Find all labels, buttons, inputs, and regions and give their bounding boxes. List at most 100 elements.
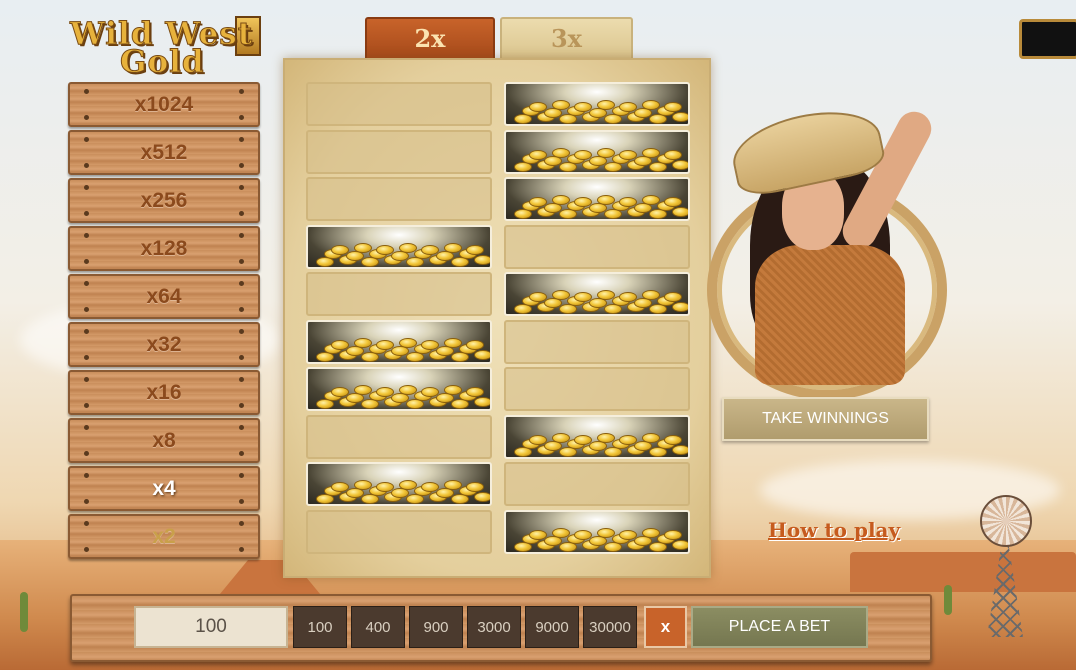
- how-to-play-link[interactable]: How to play: [768, 518, 900, 542]
- nail-icon: [84, 233, 89, 238]
- nail-icon: [84, 377, 89, 382]
- nail-icon: [239, 137, 244, 142]
- multiplier-label: x256: [140, 188, 188, 212]
- gold-cell[interactable]: [504, 129, 690, 174]
- nail-icon: [84, 473, 89, 478]
- nail-icon: [239, 355, 244, 360]
- game-board: [283, 58, 711, 578]
- multiplier-plank: x8: [68, 418, 260, 463]
- logo-line-2: Gold: [120, 44, 205, 81]
- gold-coins-icon: [514, 193, 688, 219]
- nail-icon: [239, 281, 244, 286]
- nail-icon: [239, 451, 244, 456]
- nail-icon: [84, 89, 89, 94]
- nail-icon: [239, 259, 244, 264]
- gold-cell[interactable]: [504, 82, 690, 126]
- gold-cell[interactable]: [306, 367, 492, 411]
- nail-icon: [84, 137, 89, 142]
- empty-cell[interactable]: [306, 509, 492, 554]
- multiplier-ladder: x1024 x512 x256 x128 x64 x32 x16 x8 x4 x2: [68, 82, 260, 562]
- nail-icon: [239, 403, 244, 408]
- empty-cell[interactable]: [306, 414, 492, 459]
- multiplier-label: x1024: [134, 92, 194, 116]
- nail-icon: [84, 211, 89, 216]
- nail-icon: [239, 163, 244, 168]
- gold-coins-icon: [316, 241, 490, 267]
- nail-icon: [239, 521, 244, 526]
- empty-cell[interactable]: [306, 272, 492, 316]
- multiplier-plank: x64: [68, 274, 260, 319]
- gold-coins-icon: [514, 288, 688, 314]
- nail-icon: [84, 115, 89, 120]
- nail-icon: [84, 499, 89, 504]
- gold-coins-icon: [316, 478, 490, 504]
- place-bet-button[interactable]: PLACE A BET: [691, 606, 868, 648]
- gold-coins-icon: [316, 383, 490, 409]
- nail-icon: [84, 281, 89, 286]
- nail-icon: [239, 211, 244, 216]
- nail-icon: [84, 521, 89, 526]
- gold-cell[interactable]: [504, 509, 690, 554]
- windmill-icon: [975, 495, 1035, 640]
- chip-button-9000[interactable]: 9000: [525, 606, 579, 648]
- clear-bet-button[interactable]: x: [644, 606, 687, 648]
- mesa-rock: [850, 552, 1076, 592]
- empty-cell[interactable]: [306, 82, 492, 126]
- nail-icon: [239, 547, 244, 552]
- chip-button-3000[interactable]: 3000: [467, 606, 521, 648]
- gold-cell[interactable]: [306, 319, 492, 364]
- empty-cell[interactable]: [504, 224, 690, 269]
- gold-cell[interactable]: [504, 177, 690, 221]
- nail-icon: [84, 547, 89, 552]
- nail-icon: [239, 499, 244, 504]
- gold-coins-icon: [514, 431, 688, 457]
- multiplier-label: x4: [152, 476, 176, 500]
- tab-3x[interactable]: 3x: [500, 17, 633, 60]
- gold-coins-icon: [514, 526, 688, 552]
- nail-icon: [239, 233, 244, 238]
- gold-coins-icon: [316, 336, 490, 362]
- chip-button-900[interactable]: 900: [409, 606, 463, 648]
- multiplier-label: x128: [140, 236, 188, 260]
- nail-icon: [239, 377, 244, 382]
- empty-cell[interactable]: [504, 319, 690, 364]
- empty-cell[interactable]: [504, 367, 690, 411]
- multiplier-plank: x16: [68, 370, 260, 415]
- nail-icon: [239, 115, 244, 120]
- nail-icon: [84, 425, 89, 430]
- tab-2x[interactable]: 2x: [365, 17, 495, 60]
- nail-icon: [239, 473, 244, 478]
- bet-amount-input[interactable]: 100: [134, 606, 288, 648]
- nail-icon: [84, 451, 89, 456]
- multiplier-plank: x512: [68, 130, 260, 175]
- gold-coins-icon: [514, 146, 688, 172]
- nail-icon: [84, 355, 89, 360]
- chip-button-400[interactable]: 400: [351, 606, 405, 648]
- chip-button-100[interactable]: 100: [293, 606, 347, 648]
- gold-cell[interactable]: [504, 272, 690, 316]
- multiplier-plank: x4: [68, 466, 260, 511]
- nail-icon: [84, 259, 89, 264]
- nail-icon: [84, 403, 89, 408]
- multiplier-plank: x1024: [68, 82, 260, 127]
- multiplier-label: x512: [140, 140, 188, 164]
- multiplier-label: x64: [146, 284, 182, 308]
- empty-cell[interactable]: [306, 177, 492, 221]
- gold-cell[interactable]: [306, 224, 492, 269]
- nail-icon: [239, 307, 244, 312]
- game-logo: Wild West Gold: [68, 14, 263, 81]
- multiplier-plank: x2: [68, 514, 260, 559]
- cowgirl-illustration: [720, 95, 970, 395]
- nail-icon: [239, 89, 244, 94]
- take-winnings-button[interactable]: TAKE WINNINGS: [722, 397, 929, 441]
- gold-cell[interactable]: [306, 462, 492, 506]
- multiplier-plank: x32: [68, 322, 260, 367]
- nail-icon: [239, 329, 244, 334]
- gold-cell[interactable]: [504, 414, 690, 459]
- empty-cell[interactable]: [504, 462, 690, 506]
- multiplier-plank: x128: [68, 226, 260, 271]
- multiplier-label: x16: [146, 380, 182, 404]
- chip-button-30000[interactable]: 30000: [583, 606, 637, 648]
- empty-cell[interactable]: [306, 129, 492, 174]
- nail-icon: [84, 329, 89, 334]
